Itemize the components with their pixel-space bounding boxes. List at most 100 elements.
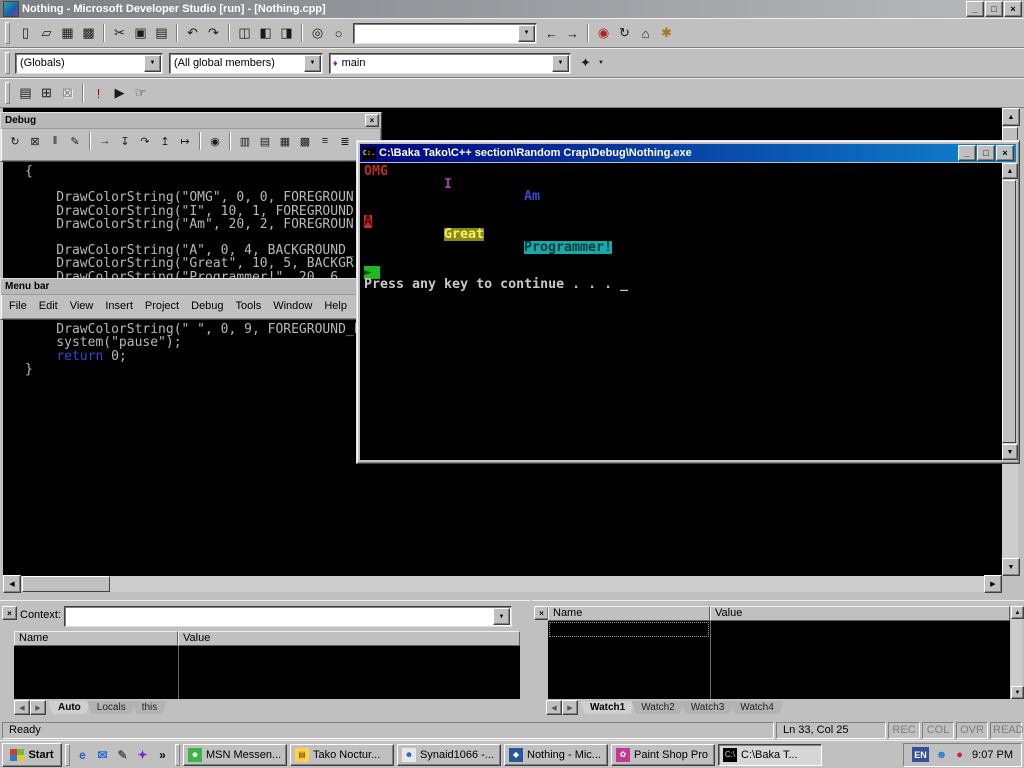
close-button[interactable]: × <box>1004 1 1022 17</box>
scroll-left-icon[interactable]: ◀ <box>3 575 21 593</box>
scroll-up-icon[interactable]: ▲ <box>1002 163 1018 179</box>
step-over-icon[interactable]: ↷ <box>135 132 155 150</box>
tab-locals[interactable]: Locals <box>87 701 136 714</box>
menu-insert[interactable]: Insert <box>99 298 139 314</box>
menu-tools[interactable]: Tools <box>230 298 268 314</box>
step-out-icon[interactable]: ↥ <box>155 132 175 150</box>
chevron-down-icon[interactable]: ▼ <box>493 608 510 625</box>
home-icon[interactable]: ⌂ <box>635 23 656 43</box>
save-icon[interactable]: ▦ <box>57 23 78 43</box>
watch-window-icon[interactable]: ▥ <box>235 132 255 150</box>
column-header-name[interactable]: Name <box>14 631 178 646</box>
run-to-cursor-icon[interactable]: ↦ <box>175 132 195 150</box>
tab-this[interactable]: this <box>132 701 168 714</box>
menu-view[interactable]: View <box>64 298 100 314</box>
tab-scroll-left-icon[interactable]: ◀ <box>546 700 562 715</box>
scroll-down-icon[interactable]: ▼ <box>1002 558 1020 576</box>
back-icon[interactable]: ← <box>541 23 562 43</box>
debug-titlebar[interactable]: Debug × <box>1 113 381 129</box>
column-divider[interactable] <box>710 621 711 699</box>
members-combo[interactable]: (All global members) ▼ <box>169 53 323 74</box>
go-icon[interactable]: ▶ <box>109 83 130 103</box>
step-into-icon[interactable]: ↧ <box>115 132 135 150</box>
output-window-icon[interactable]: ◧ <box>255 23 276 43</box>
save-all-icon[interactable]: ▩ <box>78 23 99 43</box>
refresh-icon[interactable]: ↻ <box>614 23 635 43</box>
break-execution-icon[interactable]: ‖ <box>45 132 65 150</box>
close-icon[interactable]: × <box>534 606 549 620</box>
window-list-icon[interactable]: ◨ <box>276 23 297 43</box>
outlook-express-icon[interactable]: ✉ <box>93 745 112 764</box>
scroll-up-icon[interactable]: ▲ <box>1002 108 1020 126</box>
menu-edit[interactable]: Edit <box>33 298 64 314</box>
toolbar-grip[interactable] <box>5 52 10 74</box>
tab-watch3[interactable]: Watch3 <box>681 701 735 714</box>
new-file-icon[interactable]: ▯ <box>15 23 36 43</box>
console-output[interactable]: OMGIAmAGreatProgrammer!► Press any key t… <box>360 163 1002 460</box>
msn-messenger-tray-icon[interactable]: ☻ <box>934 747 949 762</box>
chevron-down-icon[interactable]: ▼ <box>304 55 321 72</box>
disassembly-icon[interactable]: ≣ <box>335 132 355 150</box>
copy-icon[interactable]: ▣ <box>130 23 151 43</box>
apply-code-changes-icon[interactable]: ✎ <box>65 132 85 150</box>
quickwatch-icon[interactable]: ◉ <box>205 132 225 150</box>
language-indicator[interactable]: EN <box>912 747 929 762</box>
column-header-value[interactable]: Value <box>178 631 520 646</box>
chevron-down-icon[interactable]: ▼ <box>518 25 535 42</box>
break-icon[interactable]: ◉ <box>593 23 614 43</box>
tab-auto[interactable]: Auto <box>48 701 91 714</box>
taskbar-task[interactable]: ✿Paint Shop Pro <box>611 744 715 766</box>
scrollbar-thumb[interactable] <box>22 576 110 592</box>
menu-help[interactable]: Help <box>318 298 353 314</box>
column-header-value[interactable]: Value <box>710 606 1010 621</box>
stop-debugging-icon[interactable]: ⊠ <box>25 132 45 150</box>
menu-project[interactable]: Project <box>139 298 185 314</box>
cut-icon[interactable]: ✂ <box>109 23 130 43</box>
scroll-right-icon[interactable]: ▶ <box>984 575 1002 593</box>
wizardbar-actions-icon[interactable]: ✦ <box>575 53 596 73</box>
taskbar-grip[interactable] <box>175 744 180 766</box>
start-button[interactable]: Start <box>2 743 62 767</box>
variables-grid[interactable] <box>14 646 520 699</box>
menu-window[interactable]: Window <box>267 298 318 314</box>
show-desktop-icon[interactable]: ✎ <box>113 745 132 764</box>
registers-window-icon[interactable]: ▦ <box>275 132 295 150</box>
show-next-statement-icon[interactable]: → <box>95 132 115 150</box>
forward-icon[interactable]: → <box>562 23 583 43</box>
chevron-down-icon[interactable]: ▼ <box>552 55 569 72</box>
class-combo[interactable]: (Globals) ▼ <box>15 53 163 74</box>
scroll-up-icon[interactable]: ▲ <box>1011 606 1024 619</box>
menu-debug[interactable]: Debug <box>185 298 229 314</box>
taskbar-task[interactable]: ☻MSN Messen... <box>183 744 287 766</box>
scroll-down-icon[interactable]: ▼ <box>1002 444 1018 460</box>
alert-tray-icon[interactable]: ● <box>952 747 967 762</box>
context-combo[interactable]: ▼ <box>64 606 512 627</box>
function-combo[interactable]: ♦ main ▼ <box>329 53 571 74</box>
minimize-button[interactable]: _ <box>958 145 976 161</box>
tab-watch2[interactable]: Watch2 <box>631 701 685 714</box>
minimize-button[interactable]: _ <box>966 1 984 17</box>
execute-program-icon[interactable]: ! <box>88 83 109 103</box>
scrollbar-thumb[interactable] <box>1002 180 1016 443</box>
restart-icon[interactable]: ↻ <box>5 132 25 150</box>
watch-focus-cell[interactable] <box>549 622 709 637</box>
taskbar-task[interactable]: C:\C:\Baka T... <box>718 744 822 766</box>
chevron-down-icon[interactable]: ▼ <box>144 55 161 72</box>
variables-window-icon[interactable]: ▤ <box>255 132 275 150</box>
tab-watch4[interactable]: Watch4 <box>730 701 784 714</box>
menu-file[interactable]: File <box>3 298 33 314</box>
build-icon[interactable]: ⊞ <box>36 83 57 103</box>
watch-vscrollbar[interactable]: ▲ ▼ <box>1011 606 1022 699</box>
console-vscrollbar[interactable]: ▲ ▼ <box>1002 163 1016 460</box>
msdev-app-icon[interactable] <box>3 1 19 17</box>
tab-scroll-right-icon[interactable]: ▶ <box>562 700 578 715</box>
toolbar-grip[interactable] <box>5 82 10 104</box>
column-header-name[interactable]: Name <box>548 606 710 621</box>
scroll-down-icon[interactable]: ▼ <box>1011 686 1024 699</box>
open-folder-icon[interactable]: ▱ <box>36 23 57 43</box>
taskbar-task[interactable]: ▤Tako Noctur... <box>290 744 394 766</box>
maximize-button[interactable]: □ <box>977 145 995 161</box>
find-icon[interactable]: ○ <box>328 23 349 43</box>
menubar-titlebar[interactable]: Menu bar × <box>1 279 381 295</box>
chevron-down-icon[interactable]: ▼ <box>596 53 606 73</box>
